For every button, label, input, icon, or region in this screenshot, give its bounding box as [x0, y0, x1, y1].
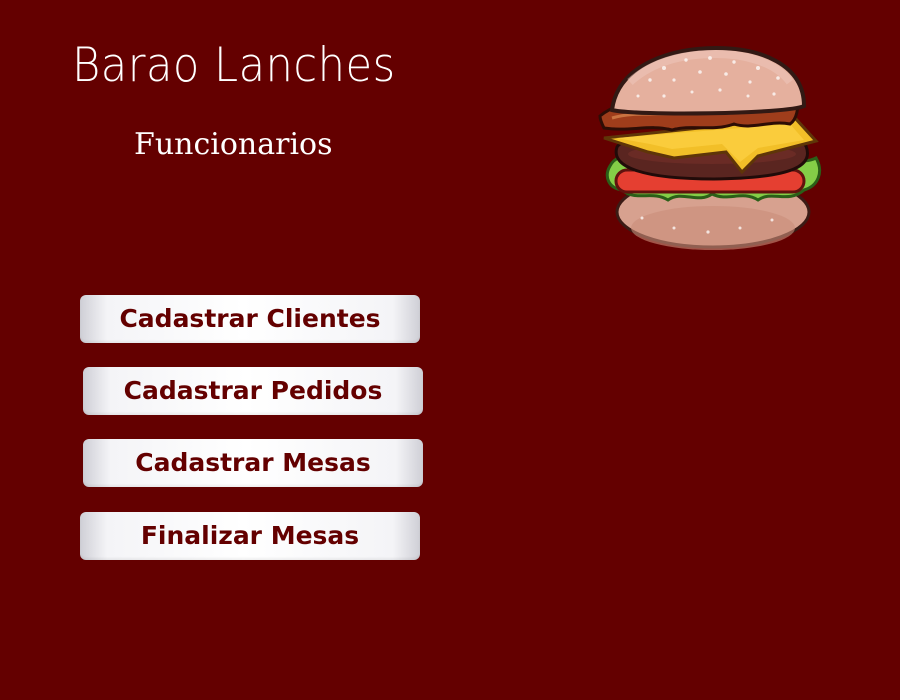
finalizar-mesas-button[interactable]: Finalizar Mesas: [80, 512, 420, 560]
cadastrar-clientes-button[interactable]: Cadastrar Clientes: [80, 295, 420, 343]
brand-title: Barao Lanches: [72, 38, 396, 93]
burger-illustration: [590, 40, 835, 260]
page-subtitle: Funcionarios: [134, 127, 333, 162]
cadastrar-mesas-button[interactable]: Cadastrar Mesas: [83, 439, 423, 487]
cadastrar-pedidos-button[interactable]: Cadastrar Pedidos: [83, 367, 423, 415]
